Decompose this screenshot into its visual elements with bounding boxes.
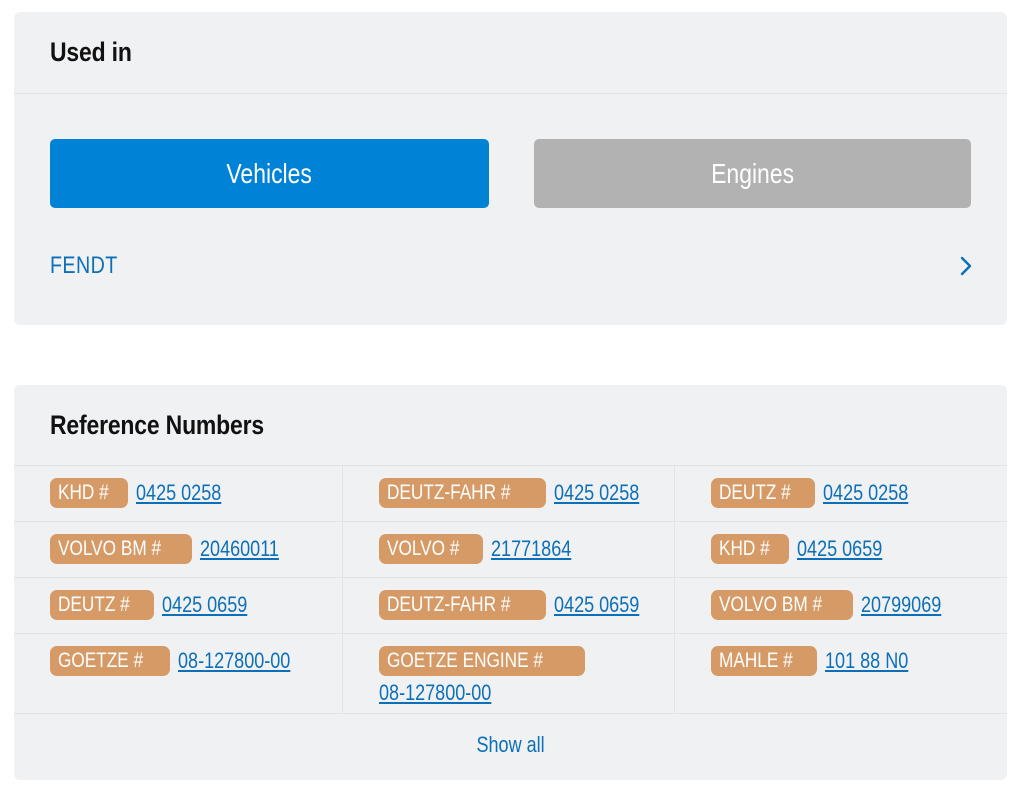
brand-badge: DEUTZ-FAHR # [379,590,546,620]
reference-number-link[interactable]: 21771864 [491,536,571,562]
reference-numbers-card: Reference Numbers KHD # 0425 0258 DEUTZ-… [14,385,1007,780]
reference-cell: KHD # 0425 0659 [675,522,1007,577]
brand-badge: DEUTZ # [50,590,154,620]
reference-number-link[interactable]: 0425 0258 [554,480,639,506]
reference-number-link[interactable]: 20799069 [861,592,941,618]
reference-row: VOLVO BM # 20460011 VOLVO # 21771864 KHD… [14,522,1007,578]
used-in-card: Used in Vehicles Engines FENDT [14,12,1007,325]
brand-badge: DEUTZ-FAHR # [379,478,546,508]
vehicles-tab[interactable]: Vehicles [50,139,489,208]
brand-badge: VOLVO BM # [711,590,853,620]
reference-row: KHD # 0425 0258 DEUTZ-FAHR # 0425 0258 D… [14,466,1007,522]
brand-badge: GOETZE # [50,646,170,676]
reference-row: DEUTZ # 0425 0659 DEUTZ-FAHR # 0425 0659… [14,578,1007,634]
used-in-header: Used in [14,12,1007,94]
reference-cell: MAHLE # 101 88 N0 [675,634,1007,713]
reference-number-link[interactable]: 08-127800-00 [379,680,491,706]
vehicle-item-label: FENDT [50,252,118,279]
engines-tab[interactable]: Engines [534,139,971,208]
reference-cell: DEUTZ-FAHR # 0425 0659 [343,578,675,633]
reference-numbers-title: Reference Numbers [50,409,264,440]
reference-cell: VOLVO # 21771864 [343,522,675,577]
reference-cell: VOLVO BM # 20460011 [14,522,343,577]
reference-number-link[interactable]: 101 88 N0 [825,648,908,674]
engines-tab-label: Engines [711,157,794,189]
reference-number-link[interactable]: 0425 0659 [162,592,247,618]
used-in-title: Used in [50,37,132,67]
show-all-label: Show all [476,732,545,757]
brand-badge: GOETZE ENGINE # [379,646,586,676]
brand-badge: VOLVO # [379,534,484,564]
reference-cell: DEUTZ # 0425 0258 [675,466,1007,521]
reference-cell: GOETZE # 08-127800-00 [14,634,343,713]
reference-grid: KHD # 0425 0258 DEUTZ-FAHR # 0425 0258 D… [14,466,1007,714]
reference-number-link[interactable]: 0425 0659 [554,592,639,618]
brand-badge: MAHLE # [711,646,817,676]
show-all-button[interactable]: Show all [14,710,1007,780]
reference-number-link[interactable]: 08-127800-00 [178,648,290,674]
brand-badge: KHD # [50,478,128,508]
reference-cell: KHD # 0425 0258 [14,466,343,521]
reference-cell: GOETZE ENGINE # 08-127800-00 [343,634,675,713]
reference-number-link[interactable]: 0425 0258 [823,480,908,506]
used-in-tabs: Vehicles Engines [50,139,971,208]
chevron-right-icon [960,256,972,276]
reference-cell: VOLVO BM # 20799069 [675,578,1007,633]
reference-numbers-header: Reference Numbers [14,385,1007,466]
reference-number-link[interactable]: 20460011 [200,536,279,562]
reference-number-link[interactable]: 0425 0659 [797,536,882,562]
reference-cell: DEUTZ # 0425 0659 [14,578,343,633]
reference-row: GOETZE # 08-127800-00 GOETZE ENGINE # 08… [14,634,1007,714]
vehicles-tab-label: Vehicles [226,157,313,189]
vehicle-item-fendt[interactable]: FENDT [50,244,977,288]
brand-badge: DEUTZ # [711,478,815,508]
brand-badge: KHD # [711,534,789,564]
reference-cell: DEUTZ-FAHR # 0425 0258 [343,466,675,521]
brand-badge: VOLVO BM # [50,534,192,564]
reference-number-link[interactable]: 0425 0258 [136,480,221,506]
